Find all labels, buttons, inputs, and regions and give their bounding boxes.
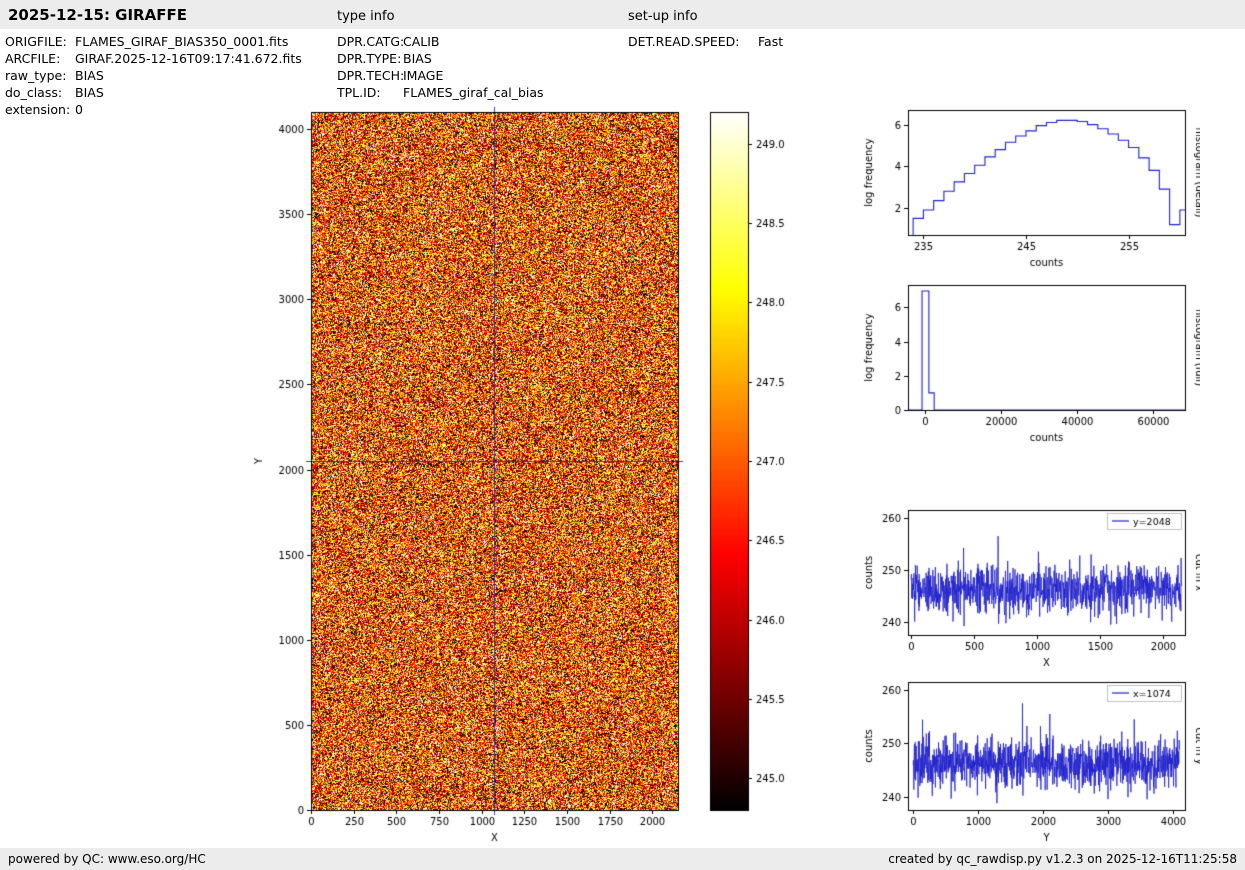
- histogram-detail-plot: [860, 100, 1200, 275]
- arcfile-value: GIRAF.2025-12-16T09:17:41.672.fits: [75, 51, 302, 66]
- read-speed-label: DET.READ.SPEED:: [628, 34, 740, 49]
- footer-bar: powered by QC: www.eso.org/HC created by…: [0, 848, 1245, 870]
- dpr-type-label: DPR.TYPE:: [337, 51, 402, 66]
- histogram-full-plot: [860, 275, 1200, 450]
- dpr-type-value: BIAS: [403, 51, 432, 66]
- dpr-tech-label: DPR.TECH:: [337, 68, 405, 83]
- raw-type-label: raw_type:: [5, 68, 67, 83]
- footer-powered-by: powered by QC: www.eso.org/HC: [8, 852, 206, 866]
- setup-info-heading: set-up info: [628, 9, 698, 24]
- arcfile-row: ARCFILE: GIRAF.2025-12-16T09:17:41.672.f…: [5, 50, 302, 67]
- do-class-label: do_class:: [5, 85, 63, 100]
- raw-type-row: raw_type: BIAS: [5, 67, 302, 84]
- cut-in-x-plot: [860, 500, 1200, 675]
- origfile-row: ORIGFILE: FLAMES_GIRAF_BIAS350_0001.fits: [5, 33, 302, 50]
- tpl-id-value: FLAMES_giraf_cal_bias: [403, 85, 544, 100]
- read-speed-row: DET.READ.SPEED: Fast: [628, 33, 783, 50]
- type-info-block: DPR.CATG: CALIB DPR.TYPE: BIAS DPR.TECH:…: [337, 33, 544, 101]
- do-class-row: do_class: BIAS: [5, 84, 302, 101]
- dpr-catg-label: DPR.CATG:: [337, 34, 405, 49]
- dpr-type-row: DPR.TYPE: BIAS: [337, 50, 544, 67]
- do-class-value: BIAS: [75, 85, 104, 100]
- dpr-tech-value: IMAGE: [403, 68, 444, 83]
- footer-created-by: created by qc_rawdisp.py v1.2.3 on 2025-…: [888, 852, 1237, 866]
- tpl-id-label: TPL.ID:: [337, 85, 381, 100]
- read-speed-value: Fast: [758, 34, 784, 49]
- arcfile-label: ARCFILE:: [5, 51, 61, 66]
- extension-label: extension:: [5, 102, 71, 117]
- setup-info-block: DET.READ.SPEED: Fast: [628, 33, 783, 50]
- page-title: 2025-12-15: GIRAFFE: [8, 6, 187, 24]
- colorbar: [700, 100, 810, 860]
- type-info-heading: type info: [337, 9, 395, 24]
- header-bar: 2025-12-15: GIRAFFE type info set-up inf…: [0, 0, 1245, 29]
- dpr-tech-row: DPR.TECH: IMAGE: [337, 67, 544, 84]
- origfile-value: FLAMES_GIRAF_BIAS350_0001.fits: [75, 34, 289, 49]
- raw-type-value: BIAS: [75, 68, 104, 83]
- bias-image-plot: [250, 100, 710, 860]
- extension-value: 0: [75, 102, 83, 117]
- tpl-id-row: TPL.ID: FLAMES_giraf_cal_bias: [337, 84, 544, 101]
- origfile-label: ORIGFILE:: [5, 34, 67, 49]
- dpr-catg-value: CALIB: [403, 34, 440, 49]
- cut-in-y-plot: [860, 672, 1200, 850]
- dpr-catg-row: DPR.CATG: CALIB: [337, 33, 544, 50]
